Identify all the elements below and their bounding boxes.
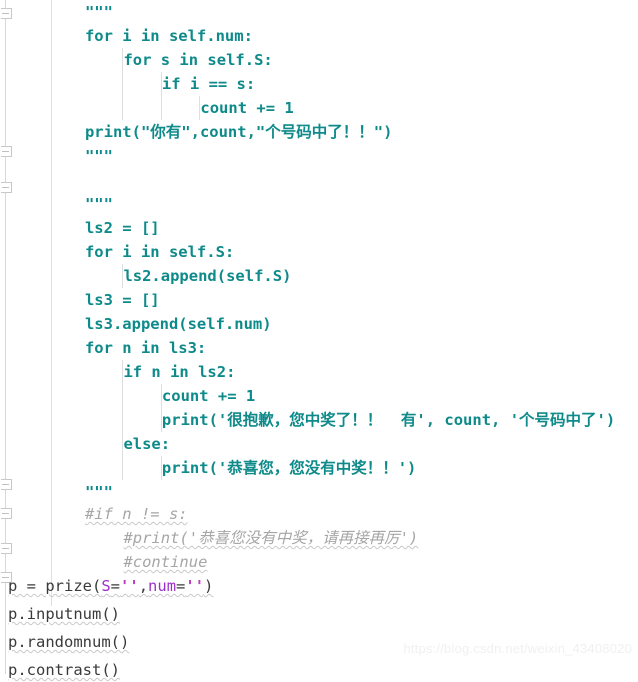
code-token: for s in self.S: xyxy=(123,51,273,69)
python-code-editor[interactable]: """ for i in self.num: for s in self.S: if … xyxy=(0,0,638,679)
code-line[interactable]: #print('恭喜您没有中奖，请再接再厉') xyxy=(0,526,638,550)
code-line[interactable]: for s in self.S: xyxy=(0,48,638,72)
code-statement: p.randomnum() xyxy=(8,633,129,651)
code-token: """ xyxy=(84,147,113,165)
code-token: count += 1 xyxy=(161,387,256,405)
code-token: '' xyxy=(185,577,205,595)
code-token: num xyxy=(148,577,177,595)
code-line[interactable]: #if n != s: xyxy=(0,502,638,526)
code-token: ) xyxy=(204,577,214,595)
inputnum-call-line[interactable]: p.inputnum() xyxy=(0,602,638,626)
code-line[interactable]: count += 1 xyxy=(0,96,638,120)
code-token: count += 1 xyxy=(200,99,294,117)
code-token: = xyxy=(110,577,121,595)
code-line[interactable]: print('很抱歉，您中奖了！！ 有', count, '个号码中了') xyxy=(0,408,638,432)
code-token: if i == s: xyxy=(161,75,256,93)
code-token: print("你有",count,"个号码中了！！") xyxy=(84,123,393,141)
code-line[interactable]: """ xyxy=(0,480,638,504)
code-line[interactable]: if n in ls2: xyxy=(0,360,638,384)
code-line[interactable]: #continue xyxy=(0,550,638,574)
code-token: print('恭喜您，您没有中奖！！') xyxy=(161,459,417,477)
code-token: if n in ls2: xyxy=(123,363,236,381)
code-token: """ xyxy=(84,483,113,501)
code-token: #continue xyxy=(123,553,208,571)
code-token: """ xyxy=(84,3,113,21)
code-statement: p.contrast() xyxy=(8,661,120,679)
code-token: , xyxy=(138,577,149,595)
code-token: ls2 = [] xyxy=(84,219,160,237)
code-token: for i in self.S: xyxy=(84,243,235,261)
code-token: #if n != s: xyxy=(84,505,188,523)
code-line[interactable]: else: xyxy=(0,432,638,456)
code-token: p.inputnum() xyxy=(8,605,120,623)
code-token: """ xyxy=(84,195,113,213)
code-line[interactable]: """ xyxy=(0,0,638,24)
code-token: for n in ls3: xyxy=(84,339,207,357)
code-line[interactable]: print("你有",count,"个号码中了！！") xyxy=(0,120,638,144)
csdn-watermark: https://blog.csdn.net/weixin_43408020 xyxy=(403,641,632,656)
prize-constructor-line[interactable]: p = prize(S='',num='') xyxy=(0,574,638,598)
code-token: p = prize( xyxy=(8,577,102,595)
code-token: p.randomnum() xyxy=(8,633,130,651)
code-token: S xyxy=(101,577,111,595)
code-token: p.contrast() xyxy=(8,661,120,679)
code-token: ls2.append(self.S) xyxy=(123,267,292,285)
code-token: for i in self.num: xyxy=(84,27,253,45)
code-line[interactable]: for i in self.num: xyxy=(0,24,638,48)
code-statement: p.inputnum() xyxy=(8,605,120,623)
contrast-call-line[interactable]: p.contrast() xyxy=(0,658,638,682)
code-line[interactable]: """ xyxy=(0,192,638,216)
code-line[interactable]: if i == s: xyxy=(0,72,638,96)
code-line[interactable]: """ xyxy=(0,144,638,168)
code-token: = xyxy=(176,577,186,595)
code-line[interactable]: for n in ls3: xyxy=(0,336,638,360)
code-line[interactable]: ls3.append(self.num) xyxy=(0,312,638,336)
code-line[interactable]: ls2 = [] xyxy=(0,216,638,240)
code-surface[interactable]: """ for i in self.num: for s in self.S: if … xyxy=(0,0,638,679)
code-line[interactable]: ls3 = [] xyxy=(0,288,638,312)
code-line[interactable]: for i in self.S: xyxy=(0,240,638,264)
code-statement: p = prize(S='',num='') xyxy=(8,577,213,595)
code-token: ls3 = [] xyxy=(84,291,160,309)
code-token: else: xyxy=(123,435,171,453)
code-token: #print('恭喜您没有中奖，请再接再厉') xyxy=(123,529,419,547)
code-line[interactable]: ls2.append(self.S) xyxy=(0,264,638,288)
code-token: print('很抱歉，您中奖了！！ 有', count, '个号码中了') xyxy=(161,411,616,429)
code-token: '' xyxy=(120,577,139,595)
code-token: ls3.append(self.num) xyxy=(84,315,272,333)
code-line[interactable]: count += 1 xyxy=(0,384,638,408)
code-line[interactable]: print('恭喜您，您没有中奖！！') xyxy=(0,456,638,480)
